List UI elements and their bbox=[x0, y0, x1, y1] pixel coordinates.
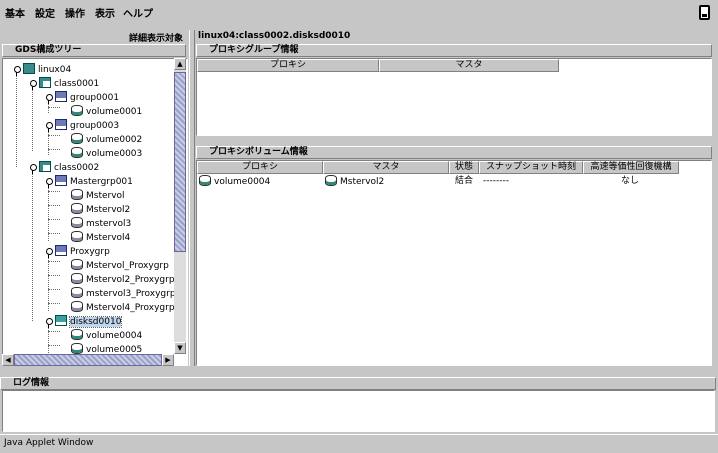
scroll-up-icon[interactable]: ▲ bbox=[174, 58, 186, 70]
volume-icon bbox=[71, 343, 83, 354]
volume-icon bbox=[71, 147, 83, 158]
server-icon bbox=[23, 63, 35, 74]
volume-icon bbox=[71, 217, 83, 228]
group-icon bbox=[55, 119, 67, 130]
volume-icon bbox=[71, 329, 83, 340]
column-header-fast-recovery[interactable]: 高速等価性回復機構 bbox=[583, 161, 679, 174]
expand-handle-icon[interactable] bbox=[45, 94, 53, 104]
tree-node-volume0001[interactable]: volume0001 bbox=[71, 105, 142, 119]
tree-node-mstervol2[interactable]: Mstervol2 bbox=[71, 203, 130, 217]
scroll-left-icon[interactable]: ◀ bbox=[2, 354, 14, 366]
volume-icon bbox=[71, 301, 83, 312]
group-icon bbox=[55, 245, 67, 256]
volume-icon bbox=[71, 287, 83, 298]
volume-icon bbox=[325, 175, 337, 186]
proxy-group-table: プロキシ マスタ bbox=[196, 58, 712, 136]
log-title: ログ情報 bbox=[0, 377, 716, 390]
column-header-state[interactable]: 状態 bbox=[449, 161, 479, 174]
expand-handle-icon[interactable] bbox=[45, 122, 53, 132]
tree-node-mstervol4-proxygrp[interactable]: Mstervol4_Proxygrp bbox=[71, 301, 175, 315]
snapshot-cell: -------- bbox=[483, 176, 509, 186]
column-header-proxy[interactable]: プロキシ bbox=[197, 59, 379, 72]
tree-node-class0001[interactable]: class0001 bbox=[39, 77, 99, 91]
volume-icon bbox=[71, 203, 83, 214]
volume-icon bbox=[71, 105, 83, 116]
disk-icon bbox=[55, 315, 67, 326]
volume-icon bbox=[71, 259, 83, 270]
tree-title: GDS構成ツリー bbox=[2, 44, 186, 57]
tree-node-mstervol[interactable]: Mstervol bbox=[71, 189, 125, 203]
expand-handle-icon[interactable] bbox=[13, 66, 21, 76]
menu-view[interactable]: 表示 bbox=[95, 5, 115, 20]
panel-splitter[interactable] bbox=[189, 30, 195, 366]
proxy-volume-title: プロキシボリューム情報 bbox=[196, 146, 712, 159]
column-header-master[interactable]: マスタ bbox=[379, 59, 559, 72]
expand-handle-icon[interactable] bbox=[45, 318, 53, 328]
log-area[interactable] bbox=[2, 390, 715, 432]
menubar: 基本 設定 操作 表示 ヘルプ bbox=[0, 0, 718, 24]
tree-vertical-scrollbar[interactable]: ▲ ▼ bbox=[174, 58, 186, 354]
volume-icon bbox=[71, 133, 83, 144]
proxy-group-title: プロキシグループ情報 bbox=[196, 44, 712, 57]
volume-icon bbox=[71, 273, 83, 284]
tree-node-mstervol3[interactable]: mstervol3 bbox=[71, 217, 131, 231]
tree-node-class0002[interactable]: class0002 bbox=[39, 161, 99, 175]
group-icon bbox=[55, 175, 67, 186]
menu-settings[interactable]: 設定 bbox=[35, 5, 55, 20]
expand-handle-icon[interactable] bbox=[29, 80, 37, 90]
volume-icon bbox=[199, 175, 211, 186]
tree-horizontal-scrollbar[interactable]: ◀ ▶ bbox=[2, 354, 174, 366]
master-cell: Mstervol2 bbox=[325, 175, 384, 189]
detail-target-label: 詳細表示対象 bbox=[128, 34, 183, 44]
expand-handle-icon[interactable] bbox=[29, 164, 37, 174]
column-header-proxy[interactable]: プロキシ bbox=[197, 161, 323, 174]
tree-node-volume0002[interactable]: volume0002 bbox=[71, 133, 142, 147]
tree-node-volume0004[interactable]: volume0004 bbox=[71, 329, 142, 343]
proxy-cell: volume0004 bbox=[199, 175, 270, 189]
app-status-icon bbox=[699, 5, 710, 20]
tree-node-mstervol2-proxygrp[interactable]: Mstervol2_Proxygrp bbox=[71, 273, 175, 287]
expand-handle-icon[interactable] bbox=[45, 178, 53, 188]
tree-node-mastergrp001[interactable]: Mastergrp001 bbox=[55, 175, 133, 189]
table-row[interactable]: volume0004 Mstervol2 結合 -------- なし bbox=[197, 175, 679, 189]
tree-node-proxygrp[interactable]: Proxygrp bbox=[55, 245, 110, 259]
column-header-master[interactable]: マスタ bbox=[323, 161, 449, 174]
scroll-right-icon[interactable]: ▶ bbox=[162, 354, 174, 366]
menu-basic[interactable]: 基本 bbox=[5, 5, 25, 20]
tree-node-mstervol-proxygrp[interactable]: Mstervol_Proxygrp bbox=[71, 259, 169, 273]
breadcrumb: linux04:class0002.disksd0010 bbox=[198, 31, 351, 41]
class-icon bbox=[39, 161, 51, 172]
expand-handle-icon[interactable] bbox=[45, 248, 53, 258]
volume-icon bbox=[71, 189, 83, 200]
menu-help[interactable]: ヘルプ bbox=[123, 5, 153, 20]
fast-recovery-cell: なし bbox=[621, 176, 640, 186]
proxy-volume-table: プロキシ マスタ 状態 スナップショット時刻 高速等価性回復機構 volume0… bbox=[196, 160, 712, 366]
tree-node-linux04[interactable]: linux04 bbox=[23, 63, 71, 77]
gds-tree: linux04 class0001 group0001 volume0001 g… bbox=[2, 58, 188, 366]
tree-node-disksd0010[interactable]: disksd0010 bbox=[55, 315, 123, 329]
column-header-snapshot-time[interactable]: スナップショット時刻 bbox=[479, 161, 583, 174]
scroll-down-icon[interactable]: ▼ bbox=[174, 342, 186, 354]
scroll-thumb[interactable] bbox=[174, 72, 186, 252]
class-icon bbox=[39, 77, 51, 88]
tree-node-mstervol3-proxygrp[interactable]: mstervol3_Proxygrp bbox=[71, 287, 176, 301]
tree-node-group0003[interactable]: group0003 bbox=[55, 119, 119, 133]
tree-node-volume0003[interactable]: volume0003 bbox=[71, 147, 142, 161]
status-text: Java Applet Window bbox=[4, 438, 94, 448]
status-bar: Java Applet Window bbox=[0, 434, 718, 453]
volume-icon bbox=[71, 231, 83, 242]
scroll-thumb[interactable] bbox=[14, 354, 162, 366]
state-cell: 結合 bbox=[455, 176, 474, 186]
menu-operation[interactable]: 操作 bbox=[65, 5, 85, 20]
tree-node-group0001[interactable]: group0001 bbox=[55, 91, 119, 105]
group-icon bbox=[55, 91, 67, 102]
tree-node-mstervol4[interactable]: Mstervol4 bbox=[71, 231, 130, 245]
